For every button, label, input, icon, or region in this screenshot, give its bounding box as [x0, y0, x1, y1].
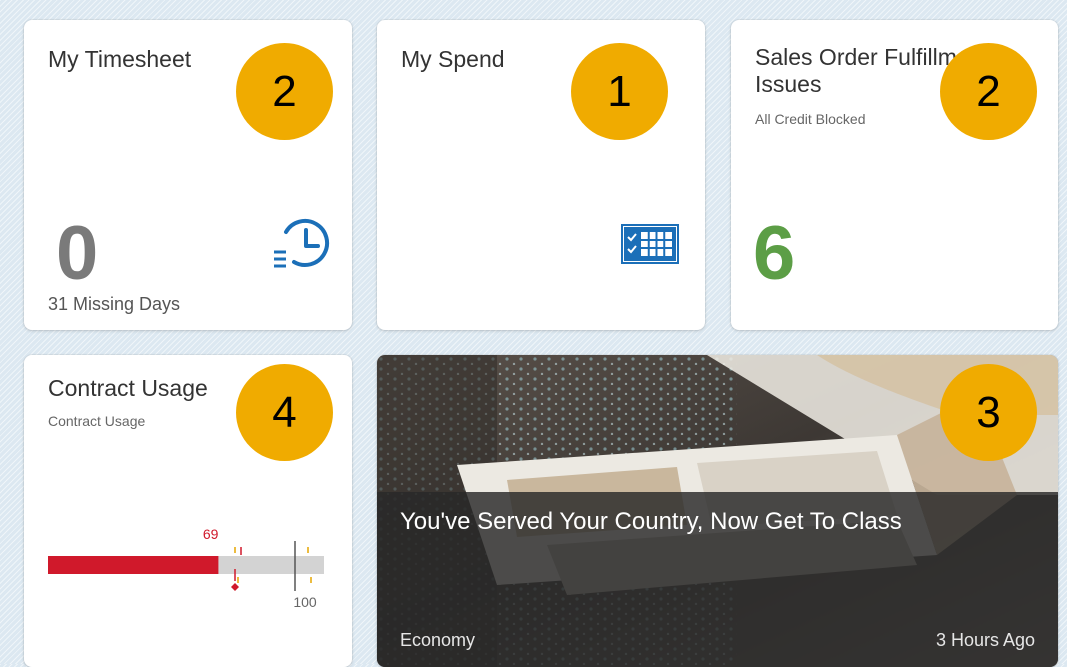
callout-badge: 1	[571, 43, 668, 140]
tile-title: My Spend	[401, 46, 505, 72]
news-timestamp: 3 Hours Ago	[935, 630, 1035, 650]
news-overlay: You've Served Your Country, Now Get To C…	[377, 492, 1058, 667]
news-headline: You've Served Your Country, Now Get To C…	[400, 508, 902, 535]
clock-list-icon	[274, 218, 330, 268]
callout-badge: 3	[940, 364, 1037, 461]
tile-title: Contract Usage	[48, 375, 208, 401]
threshold-marker	[231, 583, 239, 591]
news-category: Economy	[400, 630, 476, 650]
tile-title-line2: Issues	[755, 71, 822, 97]
kpi-value: 0	[56, 211, 99, 296]
bullet-chart: 69 100	[48, 526, 324, 610]
bullet-actual-bar	[48, 556, 219, 574]
callout-badge: 2	[236, 43, 333, 140]
calendar-check-icon	[621, 224, 679, 264]
callout-badge: 2	[940, 43, 1037, 140]
tile-title: My Timesheet	[48, 46, 192, 72]
tile-title-line1: Sales Order Fulfillm	[755, 44, 957, 70]
tile-subtitle: Contract Usage	[48, 413, 146, 429]
tile-footer: 31 Missing Days	[48, 294, 181, 314]
bullet-target-label: 100	[293, 594, 317, 610]
bullet-actual-label: 69	[203, 526, 219, 542]
callout-badge: 4	[236, 364, 333, 461]
tile-subtitle: All Credit Blocked	[755, 111, 866, 127]
kpi-value: 6	[753, 211, 796, 296]
